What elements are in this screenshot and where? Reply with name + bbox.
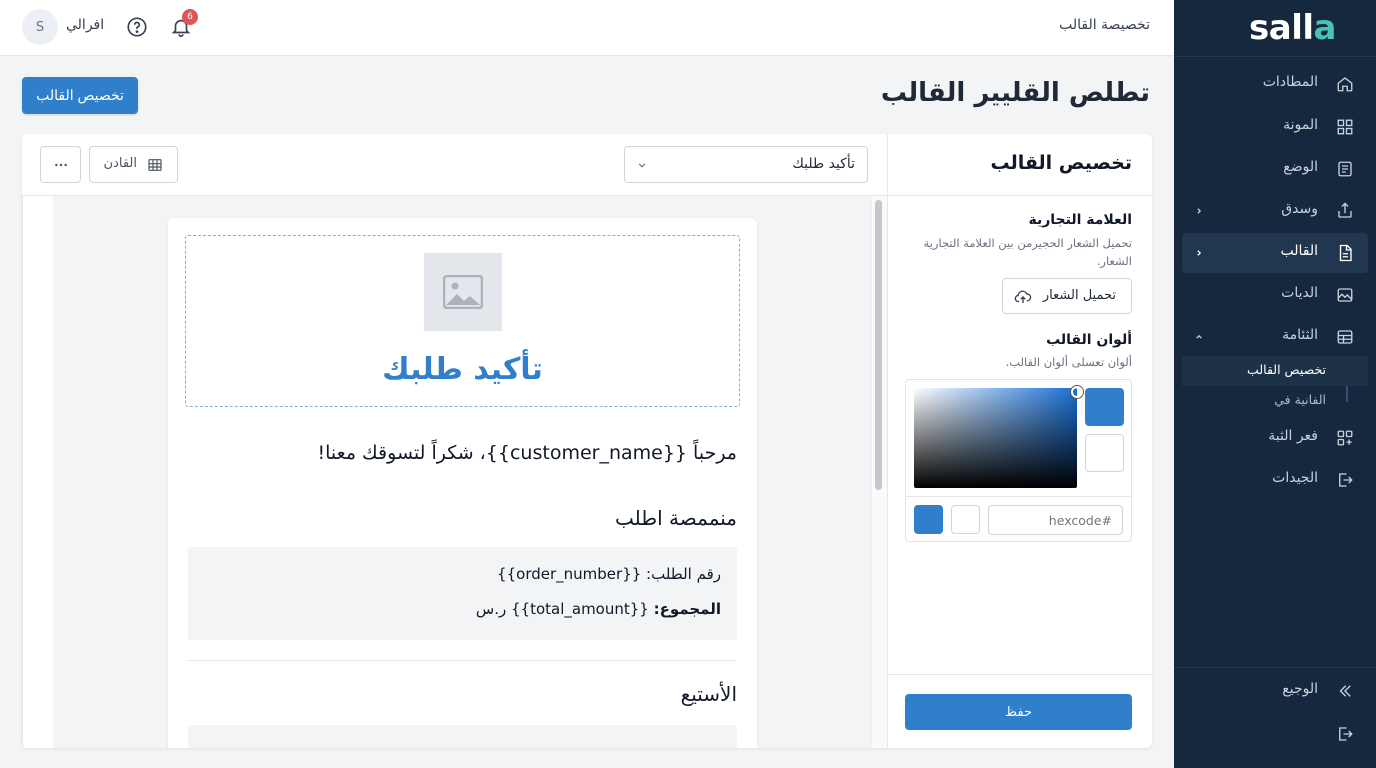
sidebar-item-collapse[interactable]: الوجيع bbox=[1182, 671, 1368, 711]
email-greeting: مرحباً {{customer_name}}، شكراً لتسوقك م… bbox=[317, 442, 737, 464]
panel-divider bbox=[887, 195, 1152, 196]
next-info-box bbox=[188, 725, 737, 748]
color-picker-handle[interactable] bbox=[1071, 386, 1083, 398]
sidebar-subitem-customize-template[interactable]: تخصيص القالب bbox=[1182, 356, 1368, 386]
brand-section-description: تحميل الشعار الحجيرمن بين العلامة التجار… bbox=[923, 236, 1132, 268]
top-bar: تخصيصة القالب S افرالي 6 bbox=[0, 0, 1174, 56]
sidebar-item-label: القالب bbox=[1280, 243, 1318, 259]
grid-icon bbox=[1337, 119, 1353, 135]
sidebar-divider bbox=[1174, 667, 1376, 668]
help-icon[interactable] bbox=[126, 16, 148, 38]
settings-panel: تخصيص القالب العلامة التجارية تحميل الشع… bbox=[887, 134, 1152, 748]
sidebar-item-label: فعر الثبة bbox=[1268, 428, 1318, 444]
table-icon bbox=[148, 159, 162, 171]
save-button[interactable]: حفظ bbox=[905, 694, 1132, 730]
sidebar-item-label: الوجيع bbox=[1282, 681, 1318, 697]
chevron-down-icon bbox=[638, 163, 646, 168]
email-header-block[interactable]: تأكيد طلبك bbox=[185, 235, 740, 407]
order-section-title: منممصة اطلب bbox=[614, 506, 737, 530]
sidebar-item-label: المطادات bbox=[1262, 74, 1318, 90]
panel-title: تخصيص القالب bbox=[990, 152, 1132, 174]
share-icon bbox=[1338, 202, 1352, 218]
selected-color-preview[interactable] bbox=[914, 505, 943, 534]
cloud-upload-icon bbox=[1014, 290, 1032, 303]
sidebar-item-label: الديات bbox=[1281, 285, 1318, 301]
preview-gutter bbox=[22, 196, 53, 748]
color-picker bbox=[905, 379, 1132, 542]
notification-badge: 6 bbox=[182, 9, 198, 25]
sidebar-item-label: الجيدات bbox=[1272, 470, 1318, 486]
customize-template-button[interactable]: تخصيص القالب bbox=[22, 77, 138, 114]
brand-section-title: العلامة التجارية bbox=[1028, 212, 1132, 228]
sidebar-item-orders[interactable]: الوضع bbox=[1182, 149, 1368, 189]
order-total-label: المجموع: bbox=[653, 600, 721, 618]
order-total-value: {{total_amount}} ر.س bbox=[475, 600, 649, 618]
avatar[interactable]: S bbox=[22, 9, 58, 45]
preview-scrollbar-thumb[interactable] bbox=[875, 200, 882, 490]
colors-section-description: ألوان تعسلى ألوان القالب. bbox=[1005, 355, 1132, 369]
layout-button[interactable]: القادن bbox=[89, 146, 178, 183]
editor-card: تخصيص القالب العلامة التجارية تحميل الشع… bbox=[22, 134, 1152, 748]
sidebar-item-settings[interactable]: الثئامة bbox=[1182, 317, 1368, 357]
document-icon bbox=[1339, 244, 1352, 262]
color-saturation-area[interactable] bbox=[914, 388, 1077, 488]
secondary-color-swatch[interactable] bbox=[1085, 434, 1124, 472]
sidebar-item-marketing[interactable]: وسدق bbox=[1182, 191, 1368, 231]
more-options-button[interactable] bbox=[40, 146, 81, 183]
user-name[interactable]: افرالي bbox=[66, 17, 104, 33]
next-section-title: الأستيع bbox=[680, 682, 737, 706]
chevron-left-icon bbox=[1197, 208, 1202, 214]
email-preview-area: تأكيد طلبك مرحباً {{customer_name}}، شكر… bbox=[22, 196, 887, 748]
page-title: تطلص القليير القالب bbox=[880, 78, 1150, 108]
upload-logo-label: تحميل الشعار bbox=[1042, 288, 1116, 303]
email-preview: تأكيد طلبك مرحباً {{customer_name}}، شكر… bbox=[168, 218, 757, 748]
alt-color-preview[interactable] bbox=[951, 505, 980, 534]
layout-button-label: القادن bbox=[103, 156, 137, 171]
colors-section-title: ألوان القالب bbox=[1046, 332, 1132, 348]
sidebar-item-products[interactable]: المونة bbox=[1182, 107, 1368, 147]
sidebar-divider bbox=[1174, 56, 1376, 57]
breadcrumb[interactable]: تخصيصة القالب bbox=[1059, 17, 1150, 33]
apps-icon bbox=[1337, 430, 1353, 446]
template-select[interactable]: تأكيد طلبك bbox=[624, 146, 868, 183]
salla-logo[interactable]: salla bbox=[1249, 8, 1336, 48]
sidebar: salla المطادات المونة الوضع وسدق القالب … bbox=[1174, 0, 1376, 768]
sidebar-subitem-label: تخصيص القالب bbox=[1247, 362, 1326, 377]
more-horizontal-icon bbox=[55, 163, 67, 167]
exit-icon bbox=[1339, 727, 1353, 741]
order-info-box: رقم الطلب: {{order_number}} المجموع: {{t… bbox=[188, 547, 737, 640]
hex-color-input[interactable] bbox=[988, 505, 1123, 535]
sidebar-item-label: وسدق bbox=[1281, 201, 1318, 217]
sidebar-item-home[interactable]: المطادات bbox=[1182, 64, 1368, 104]
panel-divider bbox=[887, 674, 1152, 675]
sidebar-item-label: الوضع bbox=[1283, 159, 1318, 175]
sidebar-item-label: المونة bbox=[1283, 117, 1318, 133]
logout-icon bbox=[1339, 473, 1353, 487]
collapse-icon bbox=[1339, 685, 1351, 697]
template-select-value: تأكيد طلبك bbox=[792, 156, 855, 172]
order-number-line: رقم الطلب: {{order_number}} bbox=[497, 565, 721, 583]
sidebar-subitem-second[interactable]: الفانية في bbox=[1182, 386, 1368, 416]
sidebar-item-apps[interactable]: فعر الثبة bbox=[1182, 418, 1368, 458]
sidebar-item-media[interactable]: الديات bbox=[1182, 275, 1368, 315]
sidebar-item-logout[interactable]: الجيدات bbox=[1182, 460, 1368, 500]
sidebar-exit-button[interactable] bbox=[1182, 714, 1368, 754]
email-divider bbox=[188, 660, 737, 661]
table-icon bbox=[1337, 330, 1353, 344]
chevron-up-icon bbox=[1196, 334, 1202, 339]
image-icon bbox=[1337, 288, 1353, 302]
logo-placeholder[interactable] bbox=[424, 253, 502, 331]
chevron-left-icon bbox=[1197, 250, 1202, 256]
primary-color-swatch[interactable] bbox=[1085, 388, 1124, 426]
order-total-line: المجموع: {{total_amount}} ر.س bbox=[476, 600, 721, 618]
picker-divider bbox=[906, 496, 1131, 497]
sidebar-item-label: الثئامة bbox=[1282, 327, 1318, 343]
sidebar-subitem-label: الفانية في bbox=[1274, 392, 1326, 407]
sidebar-item-template[interactable]: القالب bbox=[1182, 233, 1368, 273]
clipboard-icon bbox=[1338, 161, 1352, 177]
image-placeholder-icon bbox=[443, 275, 483, 309]
email-hero-title: تأكيد طلبك bbox=[382, 352, 543, 387]
home-icon bbox=[1337, 77, 1353, 92]
upload-logo-button[interactable]: تحميل الشعار bbox=[1002, 278, 1132, 314]
